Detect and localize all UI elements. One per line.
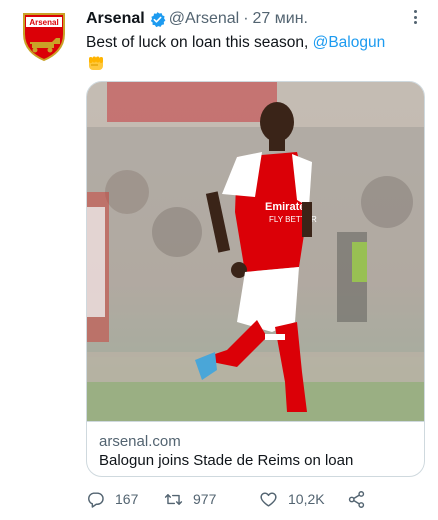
verified-badge-icon xyxy=(150,11,166,27)
share-icon xyxy=(348,490,365,508)
retweet-count: 977 xyxy=(193,491,217,507)
more-options-icon[interactable] xyxy=(410,8,420,26)
tweet-text: Best of luck on loan this season, @Balog… xyxy=(86,32,426,54)
card-meta[interactable]: arsenal.com Balogun joins Stade de Reims… xyxy=(87,421,424,476)
card-domain: arsenal.com xyxy=(99,433,181,450)
retweet-button[interactable]: 977 xyxy=(164,490,259,509)
reply-icon xyxy=(88,491,104,508)
share-button[interactable] xyxy=(347,490,376,509)
mention-link[interactable]: @Balogun xyxy=(313,34,386,51)
like-button[interactable]: 10,2K xyxy=(259,490,347,509)
tweet-timestamp[interactable]: 27 мин. xyxy=(253,10,308,28)
crest-text: Arsenal xyxy=(29,18,58,27)
heart-icon xyxy=(260,491,277,507)
tweet-header: Arsenal @Arsenal · 27 мин. xyxy=(86,8,308,30)
arsenal-crest-icon: Arsenal xyxy=(23,13,65,62)
fist-emoji-icon xyxy=(89,56,103,70)
reply-button[interactable]: 167 xyxy=(86,490,164,509)
separator-dot: · xyxy=(243,10,249,27)
retweet-icon xyxy=(164,493,183,505)
like-count: 10,2K xyxy=(288,491,325,507)
author-name[interactable]: Arsenal xyxy=(86,10,145,28)
author-handle[interactable]: @Arsenal xyxy=(169,10,240,28)
reply-count: 167 xyxy=(115,491,139,507)
tweet-text-body: Best of luck on loan this season, xyxy=(86,34,313,51)
card-title: Balogun joins Stade de Reims on loan xyxy=(99,452,354,469)
card-image[interactable]: Emirates FLY BETTER xyxy=(87,82,425,421)
link-preview-card[interactable]: Emirates FLY BETTER arsenal.com Balogun … xyxy=(86,81,425,477)
author-avatar[interactable]: Arsenal xyxy=(20,12,68,62)
tweet-actions: 167 977 10,2K xyxy=(86,486,386,512)
